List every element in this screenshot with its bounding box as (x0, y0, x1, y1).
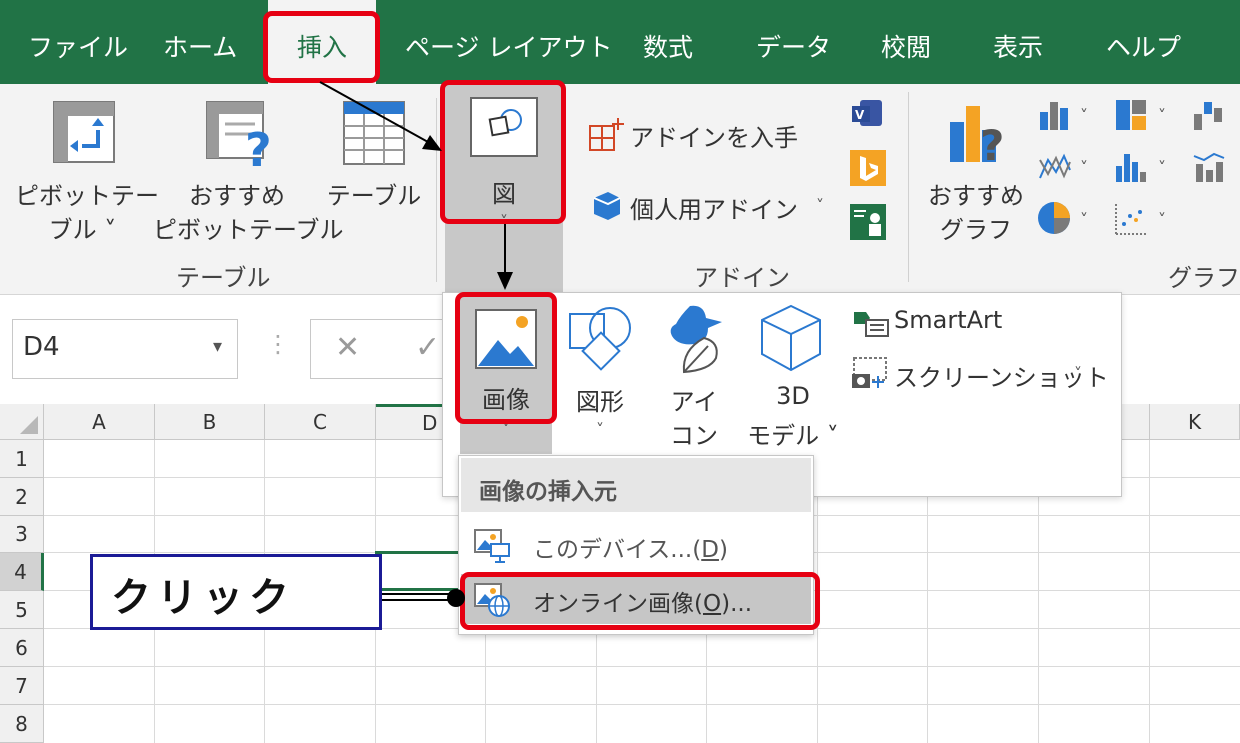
callout-text: クリック (111, 575, 295, 621)
arrow-head-1 (422, 135, 442, 151)
arrow-line-1 (319, 81, 429, 143)
connector-dot (447, 589, 465, 607)
annotation-arrows (319, 81, 513, 607)
arrow-head-2 (497, 272, 513, 290)
click-callout: クリック (90, 554, 382, 630)
